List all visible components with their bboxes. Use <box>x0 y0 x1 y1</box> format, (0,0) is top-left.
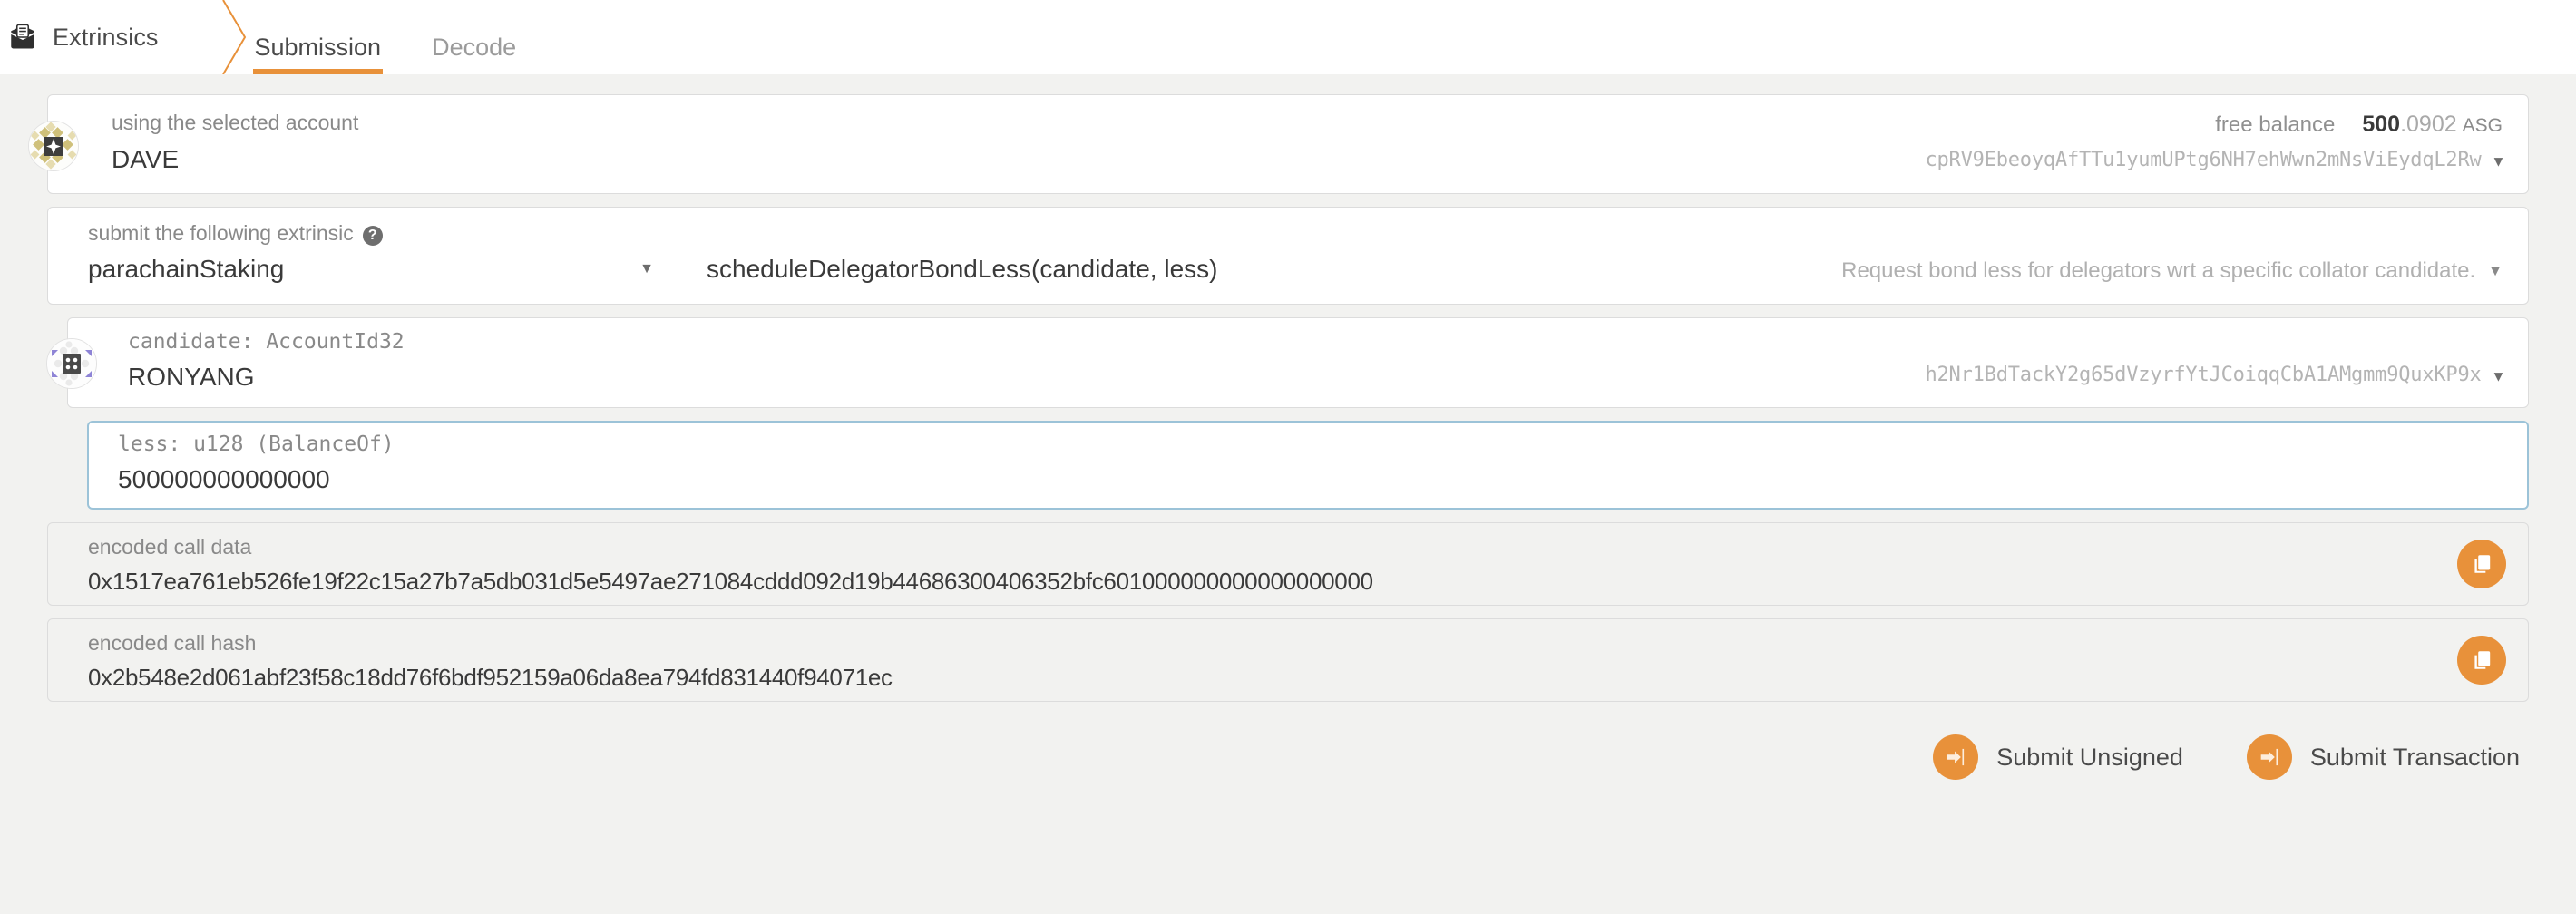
submit-transaction-button[interactable]: Submit Transaction <box>2246 734 2520 780</box>
candidate-identicon[interactable] <box>46 338 97 389</box>
copy-icon[interactable] <box>2457 636 2506 685</box>
account-name: DAVE <box>112 145 180 174</box>
module-select-value: parachainStaking <box>88 255 285 283</box>
candidate-label: candidate: AccountId32 <box>128 330 405 354</box>
module-select[interactable]: parachainStaking ▼ <box>88 255 668 284</box>
candidate-address[interactable]: h2Nr1BdTackY2g65dVzyrfYtJCoiqqCbA1AMgmm9… <box>1925 364 2503 386</box>
sign-in-icon <box>1933 734 1979 780</box>
method-select-value: scheduleDelegatorBondLess(candidate, les… <box>707 255 1218 283</box>
account-selector-card[interactable]: using the selected account DAVE free bal… <box>28 94 2529 194</box>
balance-fraction: .0902 <box>2400 112 2457 137</box>
method-select[interactable]: scheduleDelegatorBondLess(candidate, les… <box>707 255 1217 284</box>
method-description[interactable]: Request bond less for delegators wrt a s… <box>1841 255 2503 284</box>
extrinsics-icon <box>7 22 38 53</box>
tab-decode-label: Decode <box>432 34 517 61</box>
action-bar: Submit Unsigned Submit Transaction <box>47 715 2529 780</box>
encoded-call-data-value: 0x1517ea761eb526fe19f22c15a27b7a5db031d5… <box>88 568 1373 596</box>
method-description-text: Request bond less for delegators wrt a s… <box>1841 258 2476 284</box>
encoded-call-hash-value: 0x2b548e2d061abf23f58c18dd76f6bdf952159a… <box>88 664 893 692</box>
free-balance-value: 500.0902 ASG <box>2362 112 2503 138</box>
submit-unsigned-label: Submit Unsigned <box>1996 743 2183 771</box>
account-label: using the selected account <box>112 111 359 134</box>
help-circle-icon[interactable]: ? <box>362 226 383 246</box>
less-label: less: u128 (BalanceOf) <box>118 433 395 456</box>
app-identity: Extrinsics <box>0 0 159 74</box>
account-balance-block: free balance 500.0902 ASG cpRV9EbeoyqAfTT… <box>1925 112 2503 171</box>
candidate-address-text: h2Nr1BdTackY2g65dVzyrfYtJCoiqqCbA1AMgmm9… <box>1925 364 2482 387</box>
candidate-info: candidate: AccountId32 RONYANG <box>128 330 405 392</box>
less-input[interactable]: 500000000000000 <box>118 465 2502 494</box>
copy-icon[interactable] <box>2457 540 2506 588</box>
tab-submission[interactable]: Submission <box>229 35 407 74</box>
submit-unsigned-button[interactable]: Submit Unsigned <box>1933 734 2183 780</box>
balance-unit: ASG <box>2462 115 2503 136</box>
param-candidate-card[interactable]: candidate: AccountId32 RONYANG h2Nr1BdTa… <box>46 317 2529 408</box>
chevron-down-icon[interactable]: ▼ <box>2494 152 2503 170</box>
candidate-name: RONYANG <box>128 363 255 392</box>
encoded-call-data-label: encoded call data <box>88 535 252 559</box>
chevron-down-icon[interactable]: ▼ <box>639 261 654 277</box>
extrinsic-label-text: submit the following extrinsic <box>88 221 354 245</box>
encoded-call-data-card: encoded call data 0x1517ea761eb526fe19f2… <box>47 522 2529 606</box>
encoded-call-hash-card: encoded call hash 0x2b548e2d061abf23f58c… <box>47 618 2529 702</box>
account-info: using the selected account DAVE <box>112 111 359 174</box>
account-identicon[interactable] <box>28 121 79 171</box>
extrinsics-page: using the selected account DAVE free bal… <box>0 74 2576 914</box>
extrinsic-selector-card[interactable]: submit the following extrinsic? parachai… <box>47 207 2529 305</box>
top-navigation-bar: Extrinsics Submission Decode <box>0 0 2576 75</box>
extrinsic-label: submit the following extrinsic? <box>88 221 2503 246</box>
page-title: Extrinsics <box>53 23 159 51</box>
tab-bar: Submission Decode <box>229 0 542 74</box>
chevron-down-icon[interactable]: ▼ <box>2494 367 2503 384</box>
encoded-call-hash-label: encoded call hash <box>88 631 257 655</box>
account-address-text: cpRV9EbeoyqAfTTu1yumUPtg6NH7ehWwn2mNsViE… <box>1925 149 2482 171</box>
account-address[interactable]: cpRV9EbeoyqAfTTu1yumUPtg6NH7ehWwn2mNsViE… <box>1925 149 2503 171</box>
param-less-card[interactable]: less: u128 (BalanceOf) 500000000000000 <box>87 421 2529 510</box>
sign-in-icon <box>2246 734 2292 780</box>
chevron-down-icon[interactable]: ▼ <box>2488 264 2503 280</box>
tab-decode[interactable]: Decode <box>406 35 542 74</box>
submit-transaction-label: Submit Transaction <box>2309 743 2520 771</box>
tab-submission-label: Submission <box>254 34 382 61</box>
free-balance-label: free balance <box>2215 112 2336 137</box>
balance-integer: 500 <box>2362 112 2401 137</box>
free-balance-row: free balance 500.0902 ASG <box>1925 112 2503 138</box>
